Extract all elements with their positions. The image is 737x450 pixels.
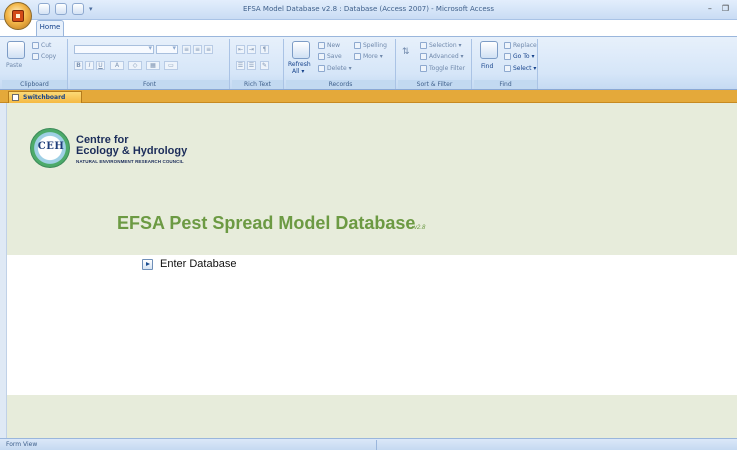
underline-icon[interactable]: U — [96, 61, 105, 70]
clipboard-group: Paste Cut Copy Clipboard — [2, 39, 68, 89]
paste-button[interactable]: Paste — [6, 62, 22, 69]
status-bar: Form View — [0, 438, 737, 450]
more-button[interactable]: More ▾ — [354, 53, 383, 60]
decrease-indent-icon[interactable]: ⇤ — [236, 45, 245, 54]
filter-icon — [420, 65, 427, 72]
new-record-icon — [318, 42, 325, 49]
sort-icon[interactable]: ⇅ — [402, 47, 410, 57]
tab-home[interactable]: Home — [36, 20, 64, 37]
toggle-filter-button[interactable]: Toggle Filter — [420, 65, 465, 72]
rich-text-group: ⇤ ⇥ ¶ ☰ ☰ ✎ Rich Text — [232, 39, 284, 89]
gridlines-icon[interactable]: ▦ — [146, 61, 160, 70]
align-right-icon[interactable]: ≡ — [204, 45, 213, 54]
rich-text-group-label: Rich Text — [232, 80, 283, 89]
text-direction-icon[interactable]: ¶ — [260, 45, 269, 54]
font-size-combo[interactable] — [156, 44, 178, 54]
increase-indent-icon[interactable]: ⇥ — [247, 45, 256, 54]
enter-database-label[interactable]: Enter Database — [160, 258, 236, 270]
goto-icon — [504, 53, 511, 60]
refresh-button[interactable]: Refresh — [288, 61, 311, 68]
goto-button[interactable]: Go To ▾ — [504, 53, 534, 60]
scissors-icon — [32, 42, 39, 49]
font-color-icon[interactable]: A — [110, 61, 124, 70]
italic-icon[interactable]: I — [85, 61, 94, 70]
selection-button[interactable]: Selection ▾ — [420, 42, 462, 49]
delete-record-button[interactable]: Delete ▾ — [318, 65, 352, 72]
select-button[interactable]: Select ▾ — [504, 65, 536, 72]
sort-filter-group: Selection ▾ Advanced ▾ Toggle Filter ⇅ S… — [398, 39, 472, 89]
form-detail — [7, 255, 737, 395]
document-tab-strip: Switchboard — [0, 90, 737, 103]
new-record-button[interactable]: New — [318, 42, 340, 49]
minimize-button[interactable]: – — [708, 4, 712, 13]
ceh-logo: CEH — [30, 128, 70, 168]
fill-color-icon[interactable]: ◇ — [128, 61, 142, 70]
database-title: EFSA Pest Spread Model Database — [117, 213, 416, 233]
ribbon: Paste Cut Copy Clipboard ≡ ≡ ≡ B I U A ◇… — [0, 36, 737, 90]
clipboard-group-label: Clipboard — [2, 80, 67, 89]
records-group: Refresh All ▾ New Save Delete ▾ Spelling… — [286, 39, 396, 89]
sort-filter-group-label: Sort & Filter — [398, 80, 471, 89]
tab-switchboard-label: Switchboard — [23, 94, 66, 101]
form-footer — [7, 395, 737, 438]
save-record-icon — [318, 53, 325, 60]
replace-button[interactable]: Replace — [504, 42, 537, 49]
find-button[interactable]: Find — [481, 63, 493, 70]
office-button[interactable] — [4, 2, 32, 30]
title-bar: ▾ EFSA Model Database v2.8 : Database (A… — [0, 0, 737, 20]
highlight-icon[interactable]: ✎ — [260, 61, 269, 70]
enter-database-button[interactable] — [142, 259, 153, 270]
bullets-icon[interactable]: ☰ — [236, 61, 245, 70]
font-group-label: Font — [70, 80, 229, 89]
replace-icon — [504, 42, 511, 49]
window-title: EFSA Model Database v2.8 : Database (Acc… — [243, 5, 494, 13]
delete-icon — [318, 65, 325, 72]
status-text: Form View — [6, 441, 38, 448]
align-center-icon[interactable]: ≡ — [193, 45, 202, 54]
org-name-line2: Ecology & Hydrology — [76, 145, 188, 157]
binoculars-icon[interactable] — [480, 41, 498, 59]
more-icon — [354, 53, 361, 60]
org-subtitle: NATURAL ENVIRONMENT RESEARCH COUNCIL — [76, 159, 184, 164]
spelling-icon — [354, 42, 361, 49]
database-version: v2.8 — [414, 225, 426, 231]
copy-button[interactable]: Copy — [32, 53, 56, 60]
font-group: ≡ ≡ ≡ B I U A ◇ ▦ ▭ Font — [70, 39, 230, 89]
paste-icon[interactable] — [7, 41, 25, 59]
record-selector — [0, 103, 7, 438]
font-name-combo[interactable] — [74, 44, 154, 54]
copy-icon — [32, 53, 39, 60]
refresh-icon[interactable] — [292, 41, 310, 59]
tab-switchboard[interactable]: Switchboard — [8, 91, 83, 103]
cut-button[interactable]: Cut — [32, 42, 51, 49]
select-icon — [504, 65, 511, 72]
align-left-icon[interactable]: ≡ — [182, 45, 191, 54]
numbering-icon[interactable]: ☰ — [247, 61, 256, 70]
form-icon — [12, 94, 19, 101]
spelling-button[interactable]: Spelling — [354, 42, 387, 49]
find-group-label: Find — [474, 80, 537, 89]
bold-icon[interactable]: B — [74, 61, 83, 70]
records-group-label: Records — [286, 80, 395, 89]
selection-filter-icon — [420, 42, 427, 49]
find-group: Find Replace Go To ▾ Select ▾ Find — [474, 39, 538, 89]
advanced-button[interactable]: Advanced ▾ — [420, 53, 464, 60]
status-divider — [376, 440, 377, 450]
alternate-fill-icon[interactable]: ▭ — [164, 61, 178, 70]
restore-button[interactable]: ❐ — [722, 4, 729, 13]
office-logo-icon — [12, 10, 24, 22]
refresh-all-label[interactable]: All ▾ — [292, 68, 304, 75]
advanced-filter-icon — [420, 53, 427, 60]
save-record-button[interactable]: Save — [318, 53, 342, 60]
